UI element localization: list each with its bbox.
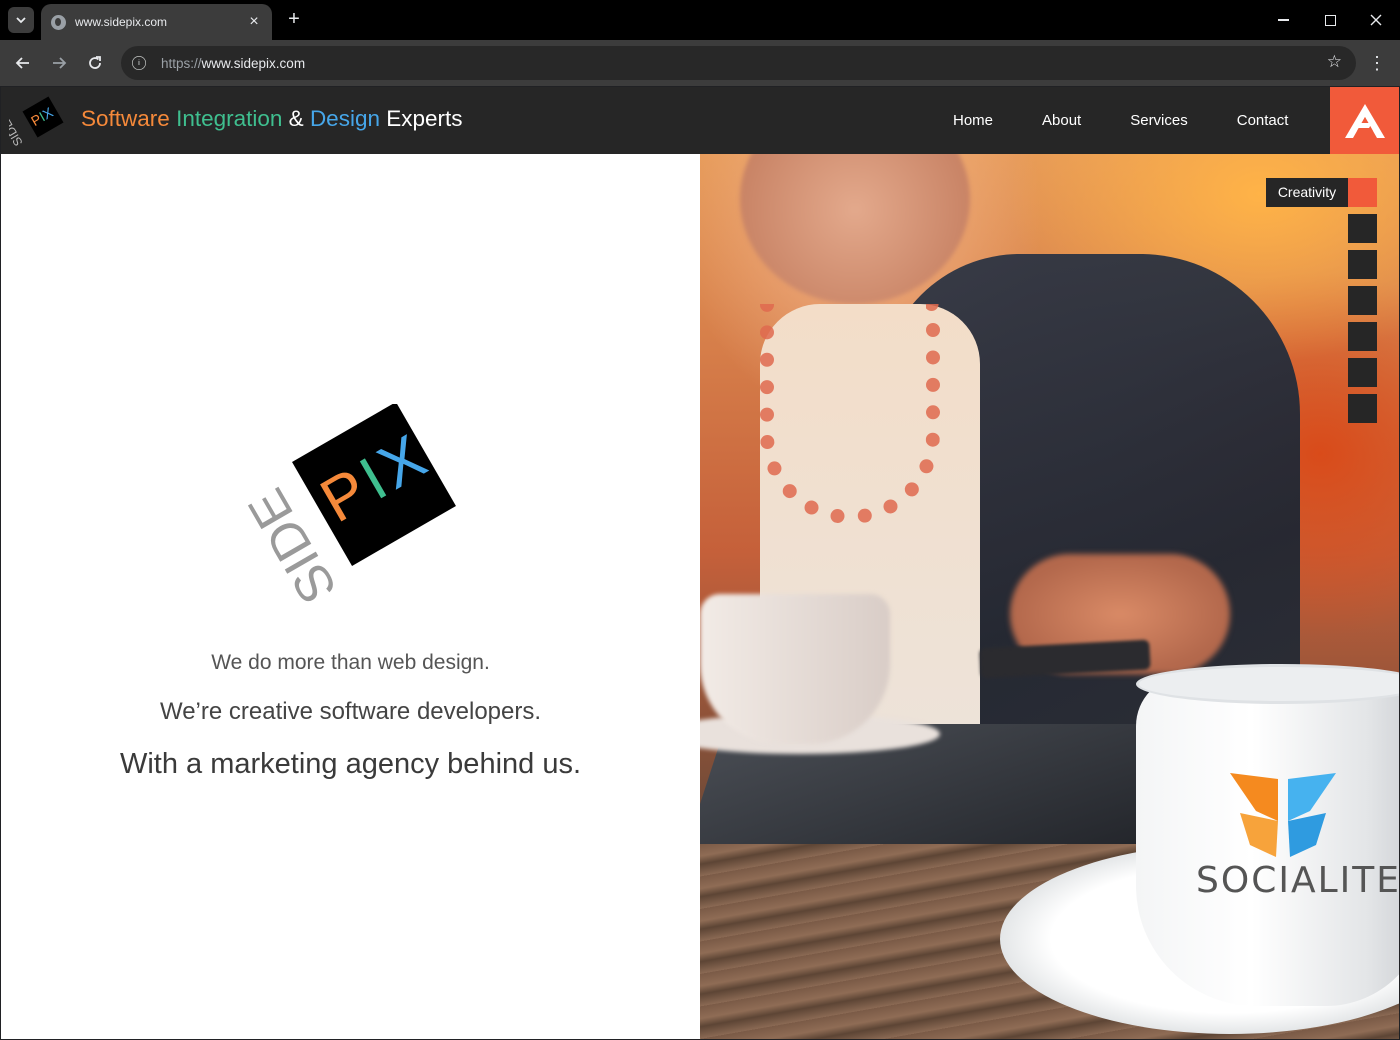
- site-tagline: Software Integration & Design Experts: [81, 106, 463, 132]
- intro-line-1: We do more than web design.: [211, 651, 490, 674]
- agency-logo-icon: [1344, 103, 1385, 138]
- slide-label: Creativity: [1266, 178, 1348, 207]
- reload-icon: [89, 56, 101, 69]
- tagline-ampersand: &: [288, 106, 304, 131]
- site-header: PIX SIDE Software Integration & Design E…: [1, 87, 1399, 154]
- intro-line-2: We’re creative software developers.: [159, 698, 542, 725]
- intro-line-3: With a marketing agency behind us.: [119, 748, 582, 780]
- slide-navigation: [1348, 178, 1377, 430]
- back-button[interactable]: [10, 50, 36, 76]
- maximize-button[interactable]: [1315, 6, 1345, 34]
- bookmark-star-icon[interactable]: ☆: [1327, 52, 1342, 72]
- slide-dot-4[interactable]: [1348, 286, 1377, 315]
- tagline-integration: Integration: [176, 106, 283, 131]
- main-nav: Home About Services Contact: [953, 87, 1337, 154]
- new-tab-button[interactable]: +: [282, 7, 306, 33]
- tagline-design: Design: [309, 106, 380, 131]
- arrow-left-icon: [15, 57, 29, 69]
- globe-icon: [51, 14, 66, 30]
- minimize-button[interactable]: [1268, 6, 1298, 34]
- sidepix-logo[interactable]: PIX SIDE: [9, 95, 65, 147]
- nav-home[interactable]: Home: [953, 112, 993, 129]
- nav-services[interactable]: Services: [1130, 112, 1188, 129]
- corner-badge[interactable]: [1330, 87, 1399, 154]
- browser-menu-button[interactable]: ⋮: [1366, 50, 1388, 76]
- url-host: www.sidepix.com: [201, 55, 306, 71]
- slide-dot-6[interactable]: [1348, 358, 1377, 387]
- hero-image: SOCIALITE: [700, 154, 1399, 1039]
- sidepix-large-logo: PIX SIDE: [244, 404, 456, 604]
- hero-cup-left: [700, 594, 890, 744]
- tab-title: www.sidepix.com: [75, 15, 168, 29]
- maximize-icon: [1324, 14, 1336, 26]
- tagline-software: Software: [81, 106, 170, 131]
- browser-toolbar: i https://www.sidepix.com ☆ ⋮: [0, 40, 1400, 86]
- logo-side-text: SIDE: [9, 117, 26, 147]
- nav-about[interactable]: About: [1042, 112, 1081, 129]
- web-page: PIX SIDE Software Integration & Design E…: [1, 87, 1399, 1039]
- address-bar[interactable]: i https://www.sidepix.com ☆: [121, 46, 1356, 80]
- tab-search-button[interactable]: [8, 7, 34, 33]
- nav-contact[interactable]: Contact: [1237, 112, 1289, 129]
- slide-dot-3[interactable]: [1348, 250, 1377, 279]
- browser-tab[interactable]: www.sidepix.com ×: [41, 4, 272, 40]
- cup-brand-text: SOCIALITE: [1196, 860, 1399, 901]
- url-scheme: https://: [161, 55, 202, 71]
- chevron-down-icon: [16, 17, 26, 24]
- arrow-right-icon: [53, 57, 67, 69]
- slide-dot-1[interactable]: [1348, 178, 1377, 207]
- forward-button[interactable]: [46, 50, 72, 76]
- reload-button[interactable]: [82, 50, 108, 76]
- socialite-butterfly-icon: [1230, 773, 1336, 857]
- close-icon: [1370, 14, 1382, 26]
- slide-dot-2[interactable]: [1348, 214, 1377, 243]
- window-close-button[interactable]: [1361, 6, 1391, 34]
- slide-dot-7[interactable]: [1348, 394, 1377, 423]
- browser-tab-strip: www.sidepix.com × +: [0, 0, 1400, 40]
- tagline-experts: Experts: [386, 106, 463, 131]
- hero-necklace: [760, 304, 940, 524]
- slide-dot-5[interactable]: [1348, 322, 1377, 351]
- close-icon[interactable]: ×: [246, 13, 262, 31]
- url-text: https://www.sidepix.com: [161, 56, 305, 71]
- minimize-icon: [1277, 19, 1289, 21]
- site-info-icon[interactable]: i: [132, 56, 146, 70]
- intro-panel: PIX SIDE We do more than web design. We’…: [1, 154, 700, 1039]
